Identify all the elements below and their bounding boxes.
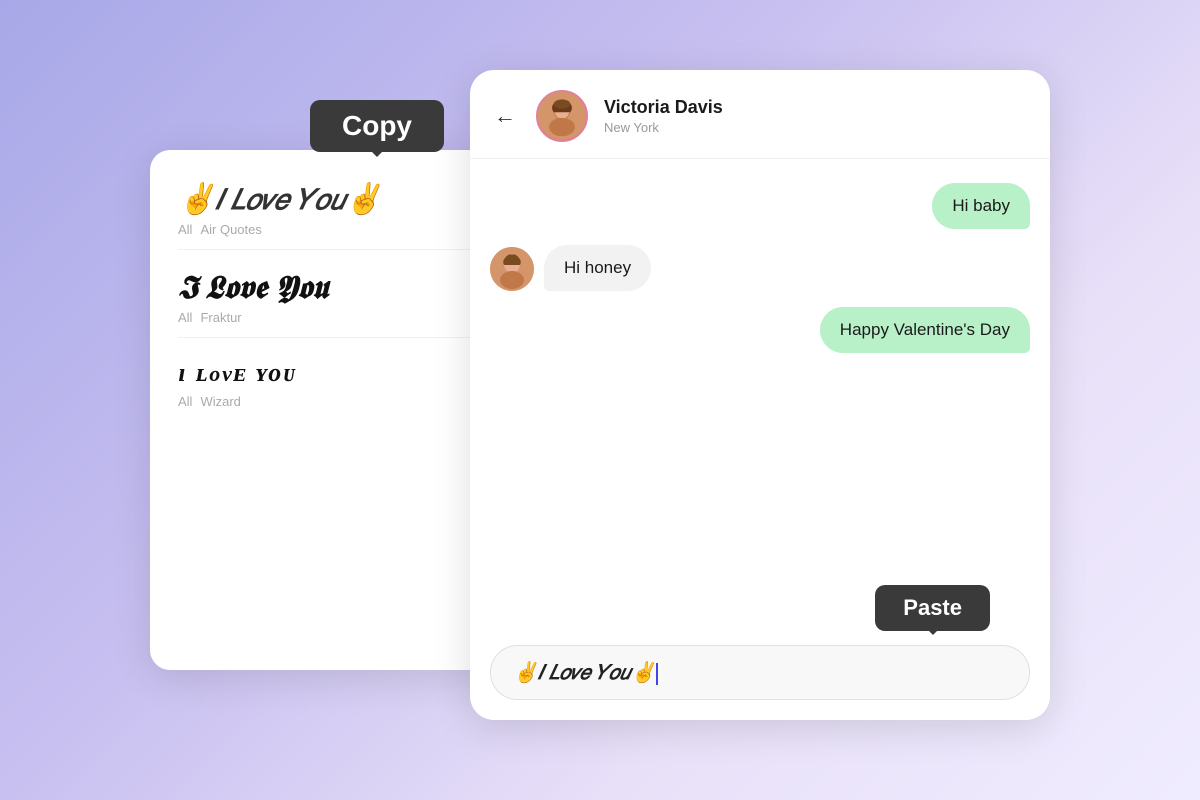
font-tag-wizard-label: Wizard	[200, 394, 240, 409]
font-tag-all-2: All	[178, 310, 192, 325]
back-button[interactable]: ←	[494, 103, 516, 129]
message-bubble-received-1: Hi honey	[544, 245, 651, 291]
chat-user-info: Victoria Davis New York	[604, 97, 1026, 135]
chat-location: New York	[604, 120, 1026, 135]
message-row-2: Hi honey	[490, 245, 1030, 291]
chat-panel: ← Victoria Davis New York	[470, 70, 1050, 720]
text-cursor	[656, 663, 658, 685]
chat-avatar	[536, 90, 588, 142]
message-bubble-sent-1: Hi baby	[932, 183, 1030, 229]
scene: Copy ✌️𝐼 𝐿𝑜𝑣𝑒 𝑌𝑜𝑢✌️ All Air Quotes 𝕴 𝕷𝖔𝖛…	[150, 70, 1050, 730]
font-tag-all-3: All	[178, 394, 192, 409]
message-bubble-sent-2: Happy Valentine's Day	[820, 307, 1030, 353]
copy-tooltip[interactable]: Copy	[310, 100, 444, 152]
font-tag-fraktur-label: Fraktur	[200, 310, 241, 325]
chat-username: Victoria Davis	[604, 97, 1026, 118]
chat-input-area: Paste ✌️𝐼 𝐿𝑜𝑣𝑒 𝑌𝑜𝑢✌️	[470, 637, 1050, 720]
message-row-3: Happy Valentine's Day	[490, 307, 1030, 353]
font-tag-air-quotes-label: Air Quotes	[200, 222, 261, 237]
chat-messages: Hi baby Hi honey Happy Valentine's Day	[470, 159, 1050, 637]
chat-input[interactable]: ✌️𝐼 𝐿𝑜𝑣𝑒 𝑌𝑜𝑢✌️	[490, 645, 1030, 700]
message-avatar-2	[490, 247, 534, 291]
font-tag-all-1: All	[178, 222, 192, 237]
message-row-1: Hi baby	[490, 183, 1030, 229]
paste-tooltip[interactable]: Paste	[875, 585, 990, 631]
chat-header: ← Victoria Davis New York	[470, 70, 1050, 159]
